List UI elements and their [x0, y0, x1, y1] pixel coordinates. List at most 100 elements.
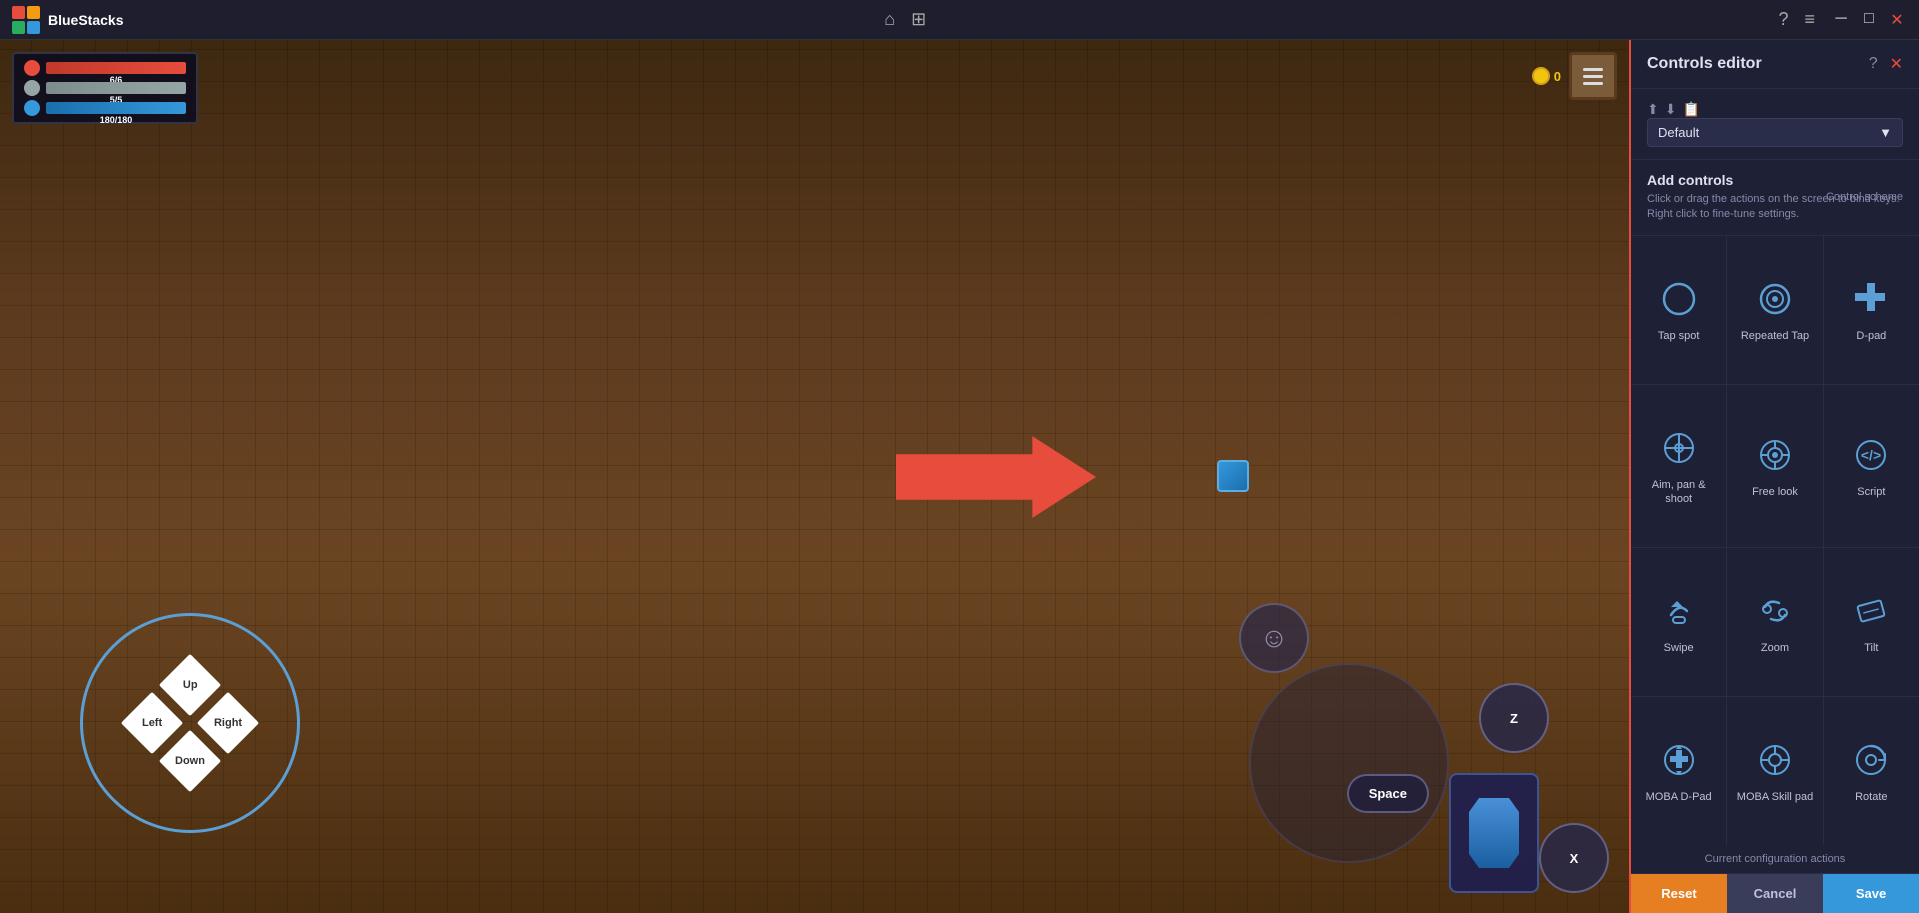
space-button[interactable]: Space [1347, 774, 1429, 813]
zoom-label: Zoom [1761, 641, 1789, 655]
repeated-tap-label: Repeated Tap [1741, 329, 1809, 343]
hud-top-right: 0 [1532, 52, 1617, 100]
aim-pan-shoot-label: Aim, pan & shoot [1639, 478, 1718, 507]
control-repeated-tap[interactable]: Repeated Tap [1727, 236, 1822, 384]
rotate-label: Rotate [1855, 790, 1887, 804]
dpad-left-label: Left [142, 717, 162, 729]
window-icon[interactable]: ⊞ [911, 9, 926, 30]
moba-skill-label: MOBA Skill pad [1737, 790, 1813, 804]
sp-bar-bg [46, 102, 186, 114]
space-label: Space [1369, 786, 1407, 801]
panel-header-icons: ? ✕ [1869, 54, 1903, 74]
joystick-large[interactable] [1249, 663, 1449, 863]
coin-display: 0 [1532, 67, 1561, 85]
z-button[interactable]: Z [1479, 683, 1549, 753]
mp-bar-fill [46, 82, 186, 94]
control-rotate[interactable]: Rotate [1824, 697, 1919, 845]
control-dpad[interactable]: D-pad [1824, 236, 1919, 384]
dpad-right-button[interactable]: Right [197, 692, 259, 754]
hp-bar-fill [46, 62, 186, 74]
panel-title: Controls editor [1647, 55, 1762, 73]
panel-header: Controls editor ? ✕ [1631, 40, 1919, 89]
swipe-icon [1657, 589, 1701, 633]
scheme-dropdown[interactable]: Default ▼ [1647, 118, 1903, 147]
dpad-down-label: Down [175, 755, 205, 767]
control-aim-pan-shoot[interactable]: Aim, pan & shoot [1631, 385, 1726, 547]
hamburger-icon [1583, 68, 1603, 85]
scheme-download-button[interactable]: ⬇ [1665, 101, 1677, 118]
z-label: Z [1510, 711, 1518, 726]
reset-button[interactable]: Reset [1631, 874, 1727, 913]
control-script[interactable]: </> Script [1824, 385, 1919, 547]
dpad-container: Up Down Left Right [80, 613, 300, 833]
rotate-icon [1849, 738, 1893, 782]
control-moba-skill[interactable]: MOBA Skill pad [1727, 697, 1822, 845]
shield-icon [24, 80, 40, 96]
coin-count: 0 [1554, 69, 1561, 84]
x-label: X [1570, 851, 1579, 866]
title-bar-nav-icons: ⌂ ⊞ [884, 9, 926, 30]
dpad-circle[interactable]: Up Down Left Right [80, 613, 300, 833]
tap-spot-icon [1657, 277, 1701, 321]
moba-dpad-icon [1657, 738, 1701, 782]
footer-buttons: Reset Cancel Save [1631, 873, 1919, 913]
save-button[interactable]: Save [1823, 874, 1919, 913]
panel-close-icon[interactable]: ✕ [1890, 54, 1903, 74]
app-name: BlueStacks [48, 12, 884, 28]
moba-dpad-label: MOBA D-Pad [1646, 790, 1712, 804]
aim-pan-shoot-icon [1657, 426, 1701, 470]
hp-bar-row: 6/6 [24, 60, 186, 76]
x-button[interactable]: X [1539, 823, 1609, 893]
bluestacks-logo [12, 6, 40, 34]
mp-bar-bg [46, 82, 186, 94]
tap-spot-label: Tap spot [1658, 329, 1700, 343]
maximize-button[interactable]: □ [1859, 10, 1879, 30]
mana-icon [24, 100, 40, 116]
cancel-button[interactable]: Cancel [1727, 874, 1823, 913]
control-tilt[interactable]: Tilt [1824, 548, 1919, 696]
menu-icon[interactable]: ≡ [1804, 9, 1815, 30]
panel-help-icon[interactable]: ? [1869, 55, 1878, 73]
close-button[interactable]: ✕ [1887, 10, 1907, 30]
add-controls-title: Add controls [1647, 172, 1903, 188]
controls-grid: Tap spot Repeated Tap [1631, 236, 1919, 845]
scheme-share-button[interactable]: 📋 [1682, 101, 1699, 118]
control-moba-dpad[interactable]: MOBA D-Pad [1631, 697, 1726, 845]
dpad-up-label: Up [183, 679, 198, 691]
control-tap-spot[interactable]: Tap spot [1631, 236, 1726, 384]
dpad-down-button[interactable]: Down [159, 730, 221, 792]
skill-button-inner [1469, 798, 1519, 868]
scheme-section: Control scheme ⬆ ⬇ 📋 Default ▼ [1631, 89, 1919, 160]
moba-skill-icon [1753, 738, 1797, 782]
dpad-label: D-pad [1856, 329, 1886, 343]
scheme-upload-button[interactable]: ⬆ [1647, 101, 1659, 118]
hp-bar-bg [46, 62, 186, 74]
title-bar: BlueStacks ⌂ ⊞ ? ≡ ─ □ ✕ [0, 0, 1919, 40]
free-look-label: Free look [1752, 485, 1798, 499]
control-free-look[interactable]: Free look [1727, 385, 1822, 547]
tilt-label: Tilt [1864, 641, 1878, 655]
main-layout: 6/6 5/5 180/180 [0, 40, 1919, 913]
hp-bar-wrap: 6/6 [46, 62, 186, 74]
coin-icon [1532, 67, 1550, 85]
control-zoom[interactable]: Zoom [1727, 548, 1822, 696]
script-icon: </> [1849, 433, 1893, 477]
repeated-tap-icon [1753, 277, 1797, 321]
smiley-button[interactable]: ☺ [1239, 603, 1309, 673]
dpad-icon [1849, 277, 1893, 321]
window-controls: ─ □ ✕ [1831, 10, 1907, 30]
home-icon[interactable]: ⌂ [884, 9, 895, 30]
control-swipe[interactable]: Swipe [1631, 548, 1726, 696]
free-look-icon [1753, 433, 1797, 477]
sp-bar-wrap: 180/180 [46, 102, 186, 114]
footer-label: Current configuration actions [1631, 845, 1919, 873]
mp-bar-row: 5/5 [24, 80, 186, 96]
skill-button[interactable] [1449, 773, 1539, 893]
heart-icon [24, 60, 40, 76]
tilt-icon [1849, 589, 1893, 633]
help-icon[interactable]: ? [1778, 9, 1788, 30]
minimize-button[interactable]: ─ [1831, 10, 1851, 30]
game-menu-button[interactable] [1569, 52, 1617, 100]
hud-panel: 6/6 5/5 180/180 [12, 52, 198, 124]
svg-text:</>: </> [1861, 447, 1881, 463]
